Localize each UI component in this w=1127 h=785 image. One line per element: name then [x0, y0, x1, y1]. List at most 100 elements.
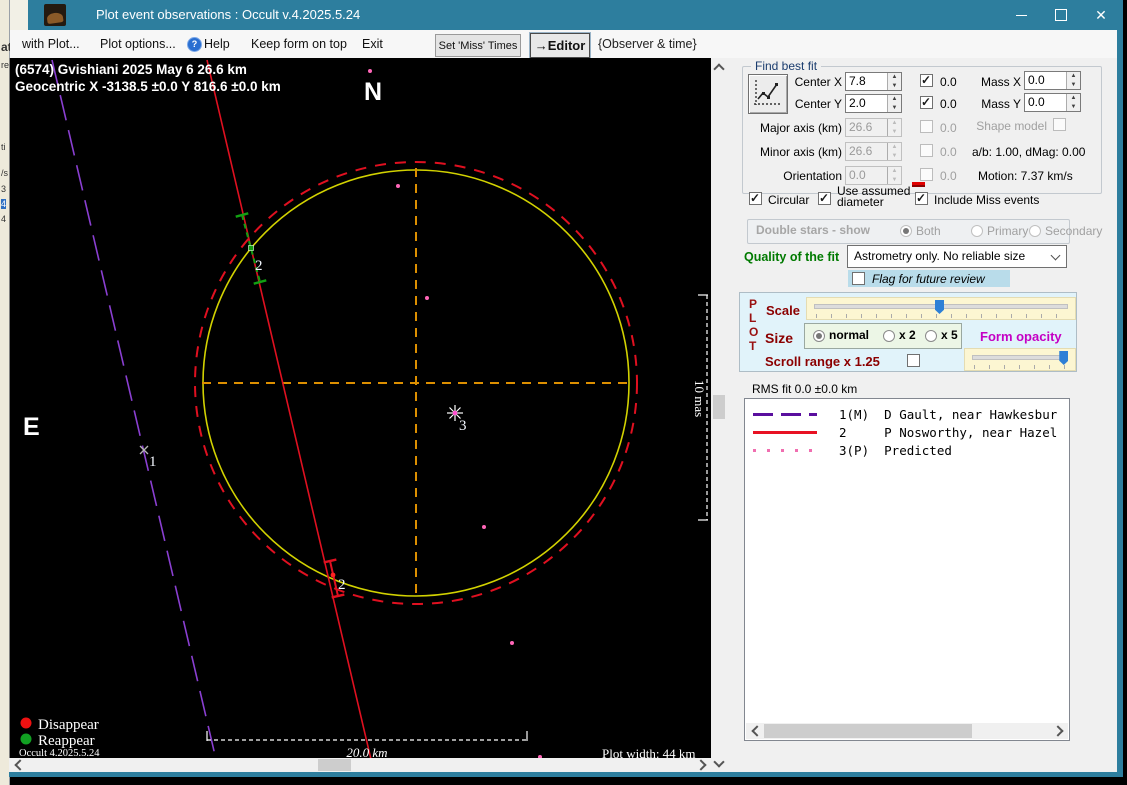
list-scroll-thumb[interactable] [764, 724, 972, 738]
predicted-dot [396, 184, 400, 188]
flag-review-label: Flag for future review [872, 272, 985, 286]
include-miss-events-label: Include Miss events [934, 193, 1040, 207]
compass-east: E [23, 413, 40, 441]
scroll-up-button[interactable] [711, 60, 727, 75]
legend-dot [20, 717, 32, 729]
opacity-slider-thumb[interactable] [1059, 351, 1069, 365]
spin-up-icon[interactable]: ▲ [1067, 94, 1080, 103]
set-miss-times-button[interactable]: Set 'Miss' Times [435, 34, 521, 57]
predicted-dot [482, 525, 486, 529]
mass-y-spinner[interactable]: 0.0 ▲ ▼ [1024, 93, 1081, 112]
list-scroll-left-button[interactable] [748, 724, 763, 738]
center-y-fit-checkbox[interactable] [920, 95, 933, 109]
shape-model-checkbox [1053, 118, 1066, 131]
scale-slider-thumb[interactable] [935, 300, 944, 314]
quality-label: Quality of the fit [744, 250, 840, 264]
size-x5-radio[interactable] [925, 330, 937, 342]
spin-down-icon[interactable]: ▼ [1067, 80, 1080, 89]
center-x-spinner[interactable]: 7.8 ▲ ▼ [845, 72, 902, 91]
plot-vertical-scrollbar[interactable] [711, 58, 727, 772]
double-stars-both-radio [900, 225, 912, 237]
center-y-spinner[interactable]: 2.0 ▲ ▼ [845, 94, 902, 113]
scale-slider[interactable] [806, 297, 1076, 320]
size-x2-radio[interactable] [883, 330, 895, 342]
use-assumed-diameter-checkbox[interactable] [818, 191, 831, 205]
include-miss-events-checkbox[interactable] [915, 191, 928, 205]
plot-horizontal-scrollbar[interactable] [9, 758, 711, 772]
observer-text: 1(M) D Gault, near Hawkesbur [839, 406, 1058, 422]
scroll-down-button[interactable] [711, 755, 727, 770]
observer-text: 3(P) Predicted [839, 442, 952, 458]
orientation-error: 0.0 [940, 169, 957, 183]
center-y-error: 0.0 [940, 97, 957, 111]
scroll-range-checkbox[interactable] [907, 354, 920, 367]
menu-with-plot[interactable]: with Plot... [22, 37, 80, 51]
motion-label: Motion: 7.37 km/s [978, 169, 1073, 183]
predicted-dot [425, 296, 429, 300]
flag-review-checkbox[interactable] [852, 272, 865, 285]
editor-button[interactable]: →Editor [530, 33, 590, 58]
mass-x-spinner[interactable]: 0.0 ▲ ▼ [1024, 71, 1081, 90]
size-x2-label: x 2 [899, 328, 916, 342]
rms-entry[interactable]: 2 P Nosworthy, near Hazel [745, 424, 1069, 440]
rms-entry[interactable]: 3(P) Predicted [745, 442, 1069, 458]
minor-axis-error: 0.0 [940, 145, 957, 159]
menu-help[interactable]: Help [204, 37, 230, 51]
circular-checkbox[interactable] [749, 191, 762, 205]
quality-combobox[interactable]: Astrometry only. No reliable size [847, 245, 1067, 268]
menu-plot-options[interactable]: Plot options... [100, 37, 176, 51]
plot-width-label: Plot width: 44 km [602, 746, 696, 758]
background-text-fragment: 4 [1, 199, 7, 209]
maximize-button[interactable] [1041, 0, 1081, 30]
chord-label: 3 [459, 418, 467, 434]
list-scroll-right-button[interactable] [1051, 724, 1066, 738]
spin-up-icon[interactable]: ▲ [888, 73, 901, 82]
size-normal-label: normal [829, 328, 870, 342]
major-axis-fit-checkbox [920, 120, 933, 133]
double-stars-primary-radio [971, 225, 983, 237]
size-normal-radio[interactable] [813, 330, 825, 342]
scale-slider-ticks [816, 314, 1066, 318]
plot-canvas[interactable]: 1 2 2 3 (6574) Gvishiani 2025 May 6 26.6 km G… [9, 58, 712, 758]
scroll-right-button[interactable] [694, 758, 709, 772]
vertical-scroll-thumb[interactable] [713, 395, 725, 419]
observer-list[interactable]: 1(M) D Gault, near Hawkesbur 2 P Nosworth… [744, 398, 1070, 741]
predicted-dot [368, 69, 372, 73]
window-title: Plot event observations : Occult v.4.202… [96, 7, 361, 22]
opacity-slider-groove [972, 355, 1068, 360]
observer-time-label: {Observer & time} [598, 37, 697, 51]
scroll-left-button[interactable] [11, 758, 26, 772]
spin-down-icon[interactable]: ▼ [888, 103, 901, 112]
background-text-fragment: 4 [1, 214, 7, 224]
size-radio-group: normal x 2 x 5 [804, 323, 962, 349]
close-button[interactable]: ✕ [1081, 0, 1121, 30]
horizontal-scroll-thumb[interactable] [318, 759, 351, 771]
spin-down-icon[interactable]: ▼ [888, 81, 901, 90]
observer-text: 2 P Nosworthy, near Hazel [839, 424, 1058, 440]
spin-down-icon[interactable]: ▼ [1067, 102, 1080, 111]
spin-up-icon[interactable]: ▲ [888, 95, 901, 104]
spin-up-icon[interactable]: ▲ [1067, 72, 1080, 81]
application-window: at re ti/s 3 4 4 Plot event observations : Oc… [0, 0, 1127, 785]
menu-keep-on-top[interactable]: Keep form on top [251, 37, 347, 51]
center-x-fit-checkbox[interactable] [920, 73, 933, 87]
background-text-fragment: 3 [1, 184, 7, 194]
occultation-plot: 1 2 2 3 (6574) Gvishiani 2025 May 6 26.6 km G… [10, 58, 712, 758]
minimize-button[interactable] [1001, 0, 1041, 30]
star-marker-center [452, 410, 458, 416]
predicted-dot [510, 641, 514, 645]
version-label: Occult 4.2025.5.24 [19, 748, 100, 758]
double-stars-label: Double stars - show [756, 223, 871, 237]
menu-exit[interactable]: Exit [362, 37, 383, 51]
chord-label: 1 [149, 454, 157, 470]
plot-settings-panel: PLOT Scale Size normal x 2 x 5 Form opac… [739, 292, 1077, 372]
scale-bar-label: 20.0 km [346, 745, 387, 758]
background-text-fragment: /s [1, 168, 9, 178]
rms-entry[interactable]: 1(M) D Gault, near Hawkesbur [745, 406, 1069, 422]
control-panel: Find best fit Center X 7.8▲▼ 0.0 Mass X … [727, 58, 1117, 772]
size-x5-label: x 5 [941, 328, 958, 342]
legend-label: Disappear [38, 717, 99, 733]
list-horizontal-scrollbar[interactable] [746, 723, 1068, 739]
mass-y-label: Mass Y [981, 97, 1021, 111]
form-opacity-slider[interactable] [964, 348, 1076, 371]
